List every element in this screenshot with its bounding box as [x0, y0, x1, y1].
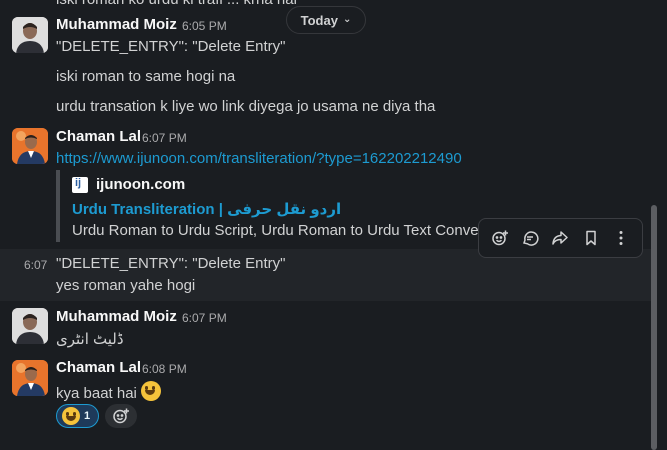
add-reaction-icon[interactable] [486, 224, 514, 252]
message-text: yes roman yahe hogi [56, 277, 196, 294]
unfurl-title-link[interactable]: Urdu Transliteration | اردو نقل حرفی [72, 200, 341, 218]
avatar-muhammad-moiz[interactable] [12, 308, 48, 344]
grinning-emoji-icon [141, 381, 162, 401]
message-text: "DELETE_ENTRY": "Delete Entry" [56, 255, 286, 272]
avatar-chaman-lal[interactable] [12, 128, 48, 164]
more-actions-icon[interactable] [607, 224, 635, 252]
unfurl-site-name[interactable]: ijunoon.com [96, 176, 185, 193]
message-text: iski roman to same hogi na [56, 68, 236, 85]
message-author[interactable]: Chaman Lal [56, 359, 141, 376]
ijunoon-favicon-icon [72, 177, 88, 193]
chevron-down-icon: ⌄ [342, 13, 352, 25]
forward-icon[interactable] [546, 224, 574, 252]
message-author[interactable]: Muhammad Moiz [56, 308, 177, 325]
message-author[interactable]: Chaman Lal [56, 128, 141, 145]
message-timestamp[interactable]: 6:05 PM [182, 19, 227, 33]
scrollbar-thumb[interactable] [651, 205, 657, 450]
date-divider-button[interactable]: Today ⌄ [286, 6, 366, 34]
message-text: urdu transation k liye wo link diyega jo… [56, 98, 436, 115]
unfurl-description: Urdu Roman to Urdu Script, Urdu Roman to… [72, 222, 496, 239]
message-author[interactable]: Muhammad Moiz [56, 16, 177, 33]
message-timestamp[interactable]: 6:08 PM [142, 362, 187, 376]
message-actions-toolbar [478, 218, 643, 258]
smile-emoji-icon [62, 407, 80, 425]
message-link[interactable]: https://www.ijunoon.com/transliteration/… [56, 150, 462, 167]
cut-off-message-line: iski roman ko urdu ki trafi ... krna hai [56, 0, 297, 8]
link-unfurl-card: ijunoon.com Urdu Transliteration | اردو … [56, 170, 496, 242]
message-timestamp[interactable]: 6:07 PM [142, 131, 187, 145]
message-text: ڈلیٹ انٹری [56, 331, 124, 348]
message-timestamp[interactable]: 6:07 [24, 258, 47, 272]
avatar-chaman-lal[interactable] [12, 360, 48, 396]
add-reaction-button[interactable] [105, 404, 138, 428]
reactions-bar: 1 [56, 404, 138, 428]
avatar-muhammad-moiz[interactable] [12, 17, 48, 53]
add-reaction-icon [113, 408, 130, 424]
reply-thread-icon[interactable] [516, 224, 544, 252]
message-text-row: kya baat hai [56, 381, 162, 402]
date-divider-label: Today [300, 12, 338, 28]
message-text: "DELETE_ENTRY": "Delete Entry" [56, 38, 286, 55]
message-text: kya baat hai [56, 385, 137, 402]
bookmark-icon[interactable] [577, 224, 605, 252]
reaction-pill[interactable]: 1 [56, 404, 100, 428]
message-timestamp[interactable]: 6:07 PM [182, 311, 227, 325]
reaction-count: 1 [84, 410, 91, 422]
